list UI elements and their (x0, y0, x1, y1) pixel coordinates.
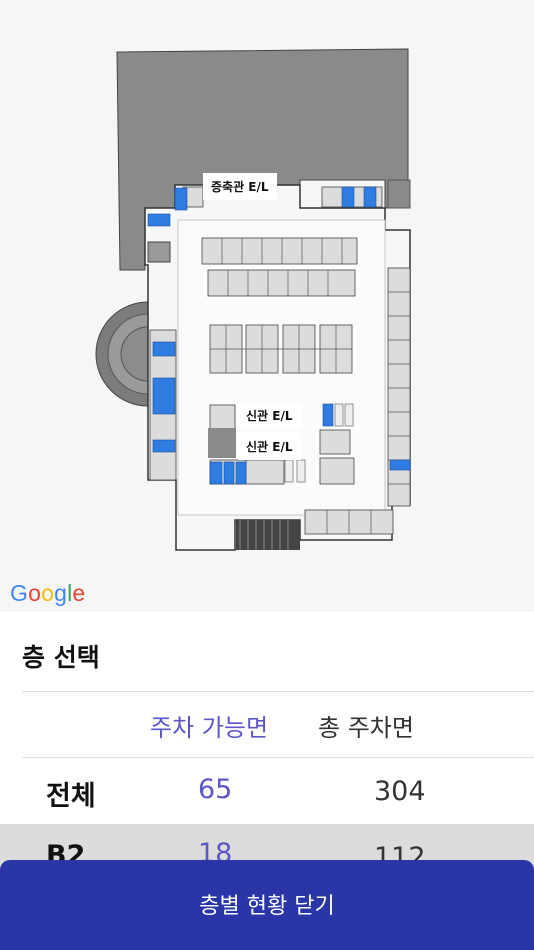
panel-title: 층 선택 (22, 643, 100, 672)
entry-ramp (236, 520, 300, 550)
floor-row-all[interactable]: 전체 65 304 (0, 758, 534, 824)
new-wing-elevator-label-lower: 신관 E/L (238, 433, 301, 460)
floor-plan-drawing (95, 48, 411, 551)
column-header-total: 총 주차면 (318, 714, 414, 742)
available-count: 65 (198, 774, 233, 805)
annex-elevator-label: 증축관 E/L (203, 173, 277, 200)
title-divider (22, 691, 534, 692)
new-wing-elevator-label-upper: 신관 E/L (238, 402, 301, 429)
column-header-available: 주차 가능면 (150, 714, 269, 742)
total-count: 304 (374, 776, 426, 807)
google-logo: Google (10, 580, 86, 606)
floor-name: 전체 (46, 781, 96, 812)
parking-floor-map[interactable]: 증축관 E/L 신관 E/L 신관 E/L Google (0, 0, 534, 612)
close-floor-status-button[interactable]: 층별 현황 닫기 (0, 860, 534, 950)
